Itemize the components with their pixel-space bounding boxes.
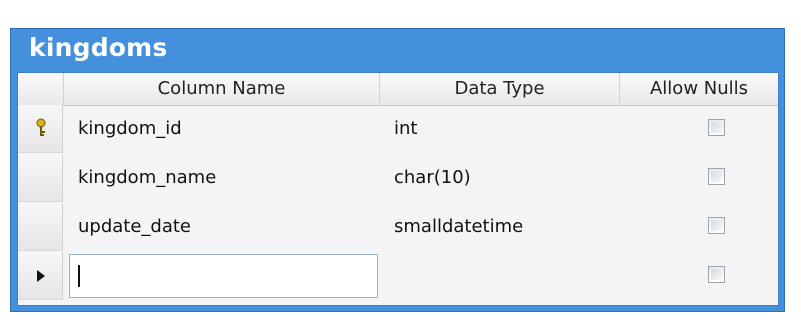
row-header-corner bbox=[18, 73, 64, 105]
data-type-cell[interactable]: char(10) bbox=[380, 154, 620, 202]
allow-nulls-checkbox[interactable] bbox=[708, 217, 725, 234]
table-row[interactable]: kingdom_id int bbox=[18, 105, 778, 154]
row-selector[interactable] bbox=[18, 105, 63, 153]
data-type-cell[interactable]: smalldatetime bbox=[380, 203, 620, 251]
data-type-cell[interactable]: int bbox=[380, 105, 620, 153]
table-row[interactable]: kingdom_name char(10) bbox=[18, 154, 778, 203]
column-name-cell[interactable]: kingdom_name bbox=[64, 154, 380, 202]
row-selector[interactable] bbox=[18, 252, 63, 300]
data-type-header[interactable]: Data Type bbox=[380, 73, 620, 105]
current-row-arrow-icon bbox=[37, 270, 45, 282]
table-title: kingdoms bbox=[29, 33, 168, 62]
row-selector[interactable] bbox=[18, 154, 63, 202]
row-selector[interactable] bbox=[18, 203, 63, 251]
grid-header: Column Name Data Type Allow Nulls bbox=[18, 73, 778, 106]
new-table-row[interactable] bbox=[18, 252, 778, 301]
column-name-cell[interactable]: update_date bbox=[64, 203, 380, 251]
new-data-type-cell[interactable] bbox=[380, 252, 620, 300]
allow-nulls-checkbox[interactable] bbox=[708, 119, 725, 136]
allow-nulls-checkbox[interactable] bbox=[708, 168, 725, 185]
key-icon bbox=[36, 118, 46, 136]
table-row[interactable]: update_date smalldatetime bbox=[18, 203, 778, 252]
table-designer-window: kingdoms Column Name Data Type Allow Nul… bbox=[10, 28, 785, 312]
allow-nulls-checkbox[interactable] bbox=[708, 266, 725, 283]
column-grid: Column Name Data Type Allow Nulls kingdo… bbox=[17, 72, 779, 306]
column-name-header[interactable]: Column Name bbox=[64, 73, 380, 105]
text-cursor bbox=[78, 265, 80, 287]
new-column-name-input[interactable] bbox=[69, 254, 378, 298]
column-name-cell[interactable]: kingdom_id bbox=[64, 105, 380, 153]
allow-nulls-header[interactable]: Allow Nulls bbox=[620, 73, 778, 105]
